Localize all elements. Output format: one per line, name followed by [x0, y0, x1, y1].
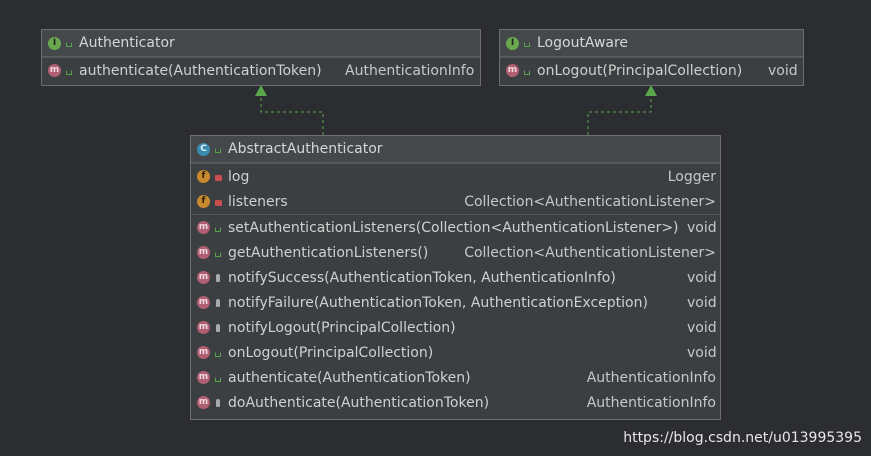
method-return-type: void	[687, 344, 717, 361]
abstractauthenticator-name: AbstractAuthenticator	[228, 141, 383, 157]
interface-icon: I	[506, 36, 519, 50]
public-visibility-icon	[214, 348, 222, 358]
protected-visibility-icon	[214, 398, 222, 408]
interface-icon: I	[48, 36, 61, 50]
class-icon: C	[197, 142, 210, 156]
public-visibility-icon	[523, 38, 531, 48]
field-icon: f	[197, 195, 210, 208]
protected-visibility-icon	[214, 298, 222, 308]
method-name: authenticate(AuthenticationToken)	[228, 369, 471, 386]
method-icon: m	[197, 346, 210, 359]
public-visibility-icon	[214, 223, 222, 233]
logoutaware-class-box[interactable]: I LogoutAware m onLogout(PrincipalCollec…	[499, 29, 804, 86]
method-return-type: void	[687, 294, 717, 311]
method-name: setAuthenticationListeners(Collection<Au…	[228, 219, 679, 236]
field-type: Collection<AuthenticationListener>	[464, 193, 716, 210]
method-name: doAuthenticate(AuthenticationToken)	[228, 394, 490, 411]
method-row[interactable]: m notifySuccess(AuthenticationToken, Aut…	[191, 265, 720, 290]
authenticator-class-box[interactable]: I Authenticator m authenticate(Authentic…	[41, 29, 481, 86]
abstractauthenticator-class-box[interactable]: C AbstractAuthenticator f log Logger f l…	[190, 135, 721, 420]
method-icon: m	[197, 296, 210, 309]
method-icon: m	[506, 64, 519, 77]
method-name: notifyFailure(AuthenticationToken, Authe…	[228, 294, 648, 311]
method-icon: m	[197, 246, 210, 259]
authenticator-header: I Authenticator	[42, 30, 480, 57]
method-return-type: void	[687, 269, 717, 286]
method-icon: m	[197, 396, 210, 409]
watermark: https://blog.csdn.net/u013995395	[623, 430, 862, 446]
method-icon: m	[197, 371, 210, 384]
method-icon: m	[197, 271, 210, 284]
method-row[interactable]: m authenticate(AuthenticationToken) Auth…	[191, 365, 720, 390]
logoutaware-method-row[interactable]: m onLogout(PrincipalCollection) void	[500, 58, 803, 83]
method-return-type: AuthenticationInfo	[586, 369, 716, 386]
method-row[interactable]: m notifyFailure(AuthenticationToken, Aut…	[191, 290, 720, 315]
field-row[interactable]: f listeners Collection<AuthenticationLis…	[191, 189, 720, 214]
method-name: authenticate(AuthenticationToken)	[79, 62, 322, 79]
field-icon: f	[197, 170, 210, 183]
public-visibility-icon	[523, 66, 531, 76]
field-name: log	[228, 168, 250, 185]
method-name: notifySuccess(AuthenticationToken, Authe…	[228, 269, 616, 286]
method-icon: m	[48, 64, 61, 77]
method-row[interactable]: m notifyLogout(PrincipalCollection) void	[191, 315, 720, 340]
private-lock-icon	[214, 197, 222, 207]
logoutaware-header: I LogoutAware	[500, 30, 803, 57]
method-name: onLogout(PrincipalCollection)	[537, 62, 743, 79]
method-return-type: void	[768, 62, 798, 79]
method-return-type: AuthenticationInfo	[345, 62, 475, 79]
abstractauthenticator-header: C AbstractAuthenticator	[191, 136, 720, 163]
method-return-type: Collection<AuthenticationListener>	[464, 244, 716, 261]
public-visibility-icon	[214, 144, 222, 154]
authenticator-name: Authenticator	[79, 35, 175, 51]
method-row[interactable]: m doAuthenticate(AuthenticationToken) Au…	[191, 390, 720, 415]
arrow-logoutaware	[645, 85, 657, 96]
protected-visibility-icon	[214, 323, 222, 333]
method-row[interactable]: m setAuthenticationListeners(Collection<…	[191, 215, 720, 240]
method-row[interactable]: m getAuthenticationListeners() Collectio…	[191, 240, 720, 265]
field-row[interactable]: f log Logger	[191, 164, 720, 189]
authenticator-method-row[interactable]: m authenticate(AuthenticationToken) Auth…	[42, 58, 480, 83]
public-visibility-icon	[65, 66, 73, 76]
method-return-type: void	[687, 319, 717, 336]
methods-section: m setAuthenticationListeners(Collection<…	[191, 214, 720, 415]
method-return-type: void	[687, 219, 717, 236]
private-lock-icon	[214, 172, 222, 182]
method-return-type: AuthenticationInfo	[586, 394, 716, 411]
arrow-authenticator	[255, 85, 267, 96]
method-name: onLogout(PrincipalCollection)	[228, 344, 434, 361]
protected-visibility-icon	[214, 273, 222, 283]
public-visibility-icon	[65, 38, 73, 48]
method-icon: m	[197, 321, 210, 334]
logoutaware-name: LogoutAware	[537, 35, 629, 51]
connector-to-logoutaware	[587, 96, 652, 135]
method-icon: m	[197, 221, 210, 234]
field-name: listeners	[228, 193, 288, 210]
field-type: Logger	[667, 168, 716, 185]
public-visibility-icon	[214, 248, 222, 258]
fields-section: f log Logger f listeners Collection<Auth…	[191, 163, 720, 214]
method-name: getAuthenticationListeners()	[228, 244, 429, 261]
public-visibility-icon	[214, 373, 222, 383]
connector-to-authenticator	[260, 96, 324, 135]
method-name: notifyLogout(PrincipalCollection)	[228, 319, 456, 336]
method-row[interactable]: m onLogout(PrincipalCollection) void	[191, 340, 720, 365]
